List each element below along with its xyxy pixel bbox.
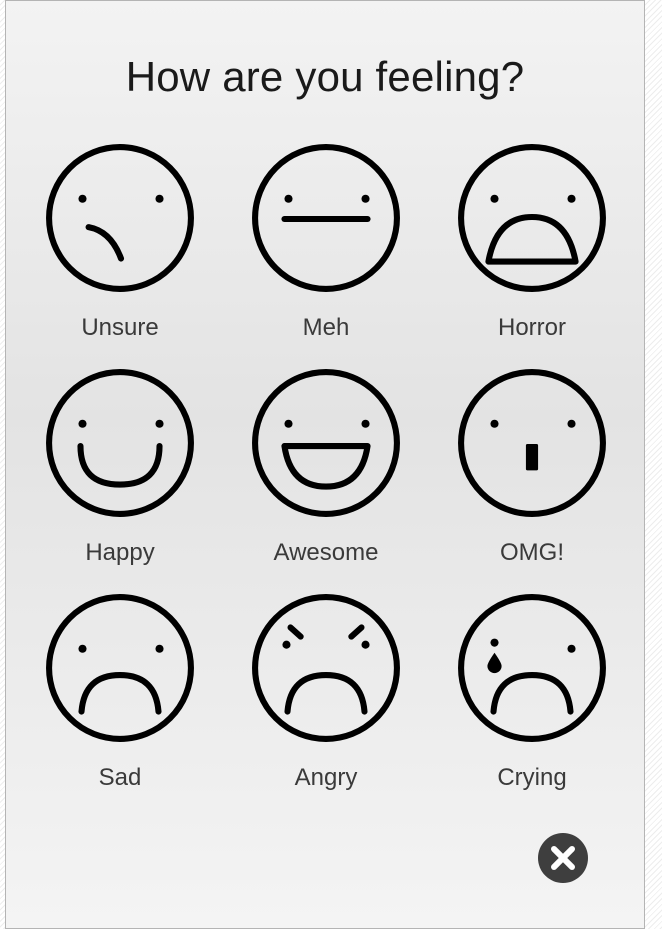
crying-face-icon — [456, 592, 608, 744]
happy-face-icon — [44, 367, 196, 519]
mood-option-happy[interactable]: Happy — [20, 367, 220, 577]
meh-face-icon — [250, 142, 402, 294]
unsure-face-icon — [44, 142, 196, 294]
mood-label: Horror — [497, 314, 566, 341]
close-button[interactable] — [538, 833, 588, 883]
mood-option-meh[interactable]: Meh — [226, 142, 426, 352]
mood-label: Happy — [85, 539, 155, 566]
mood-option-omg[interactable]: OMG! — [432, 367, 632, 577]
mood-label: OMG! — [500, 539, 564, 566]
mood-label: Sad — [98, 764, 142, 791]
mood-option-sad[interactable]: Sad — [20, 592, 220, 802]
mood-label: Crying — [497, 764, 567, 791]
sad-face-icon — [44, 592, 196, 744]
mood-option-crying[interactable]: Crying — [432, 592, 632, 802]
mood-label: Meh — [302, 314, 350, 341]
mood-dialog: How are you feeling? Unsure Meh Horror H… — [5, 0, 645, 929]
dialog-title: How are you feeling? — [125, 53, 525, 100]
awesome-face-icon — [250, 367, 402, 519]
omg-face-icon — [456, 367, 608, 519]
mood-option-unsure[interactable]: Unsure — [20, 142, 220, 352]
mood-label: Unsure — [81, 314, 159, 341]
mood-label: Angry — [294, 764, 358, 791]
mood-label: Awesome — [273, 539, 379, 566]
horror-face-icon — [456, 142, 608, 294]
mood-option-angry[interactable]: Angry — [226, 592, 426, 802]
mood-option-awesome[interactable]: Awesome — [226, 367, 426, 577]
close-icon — [551, 846, 575, 870]
mood-option-horror[interactable]: Horror — [432, 142, 632, 352]
angry-face-icon — [250, 592, 402, 744]
